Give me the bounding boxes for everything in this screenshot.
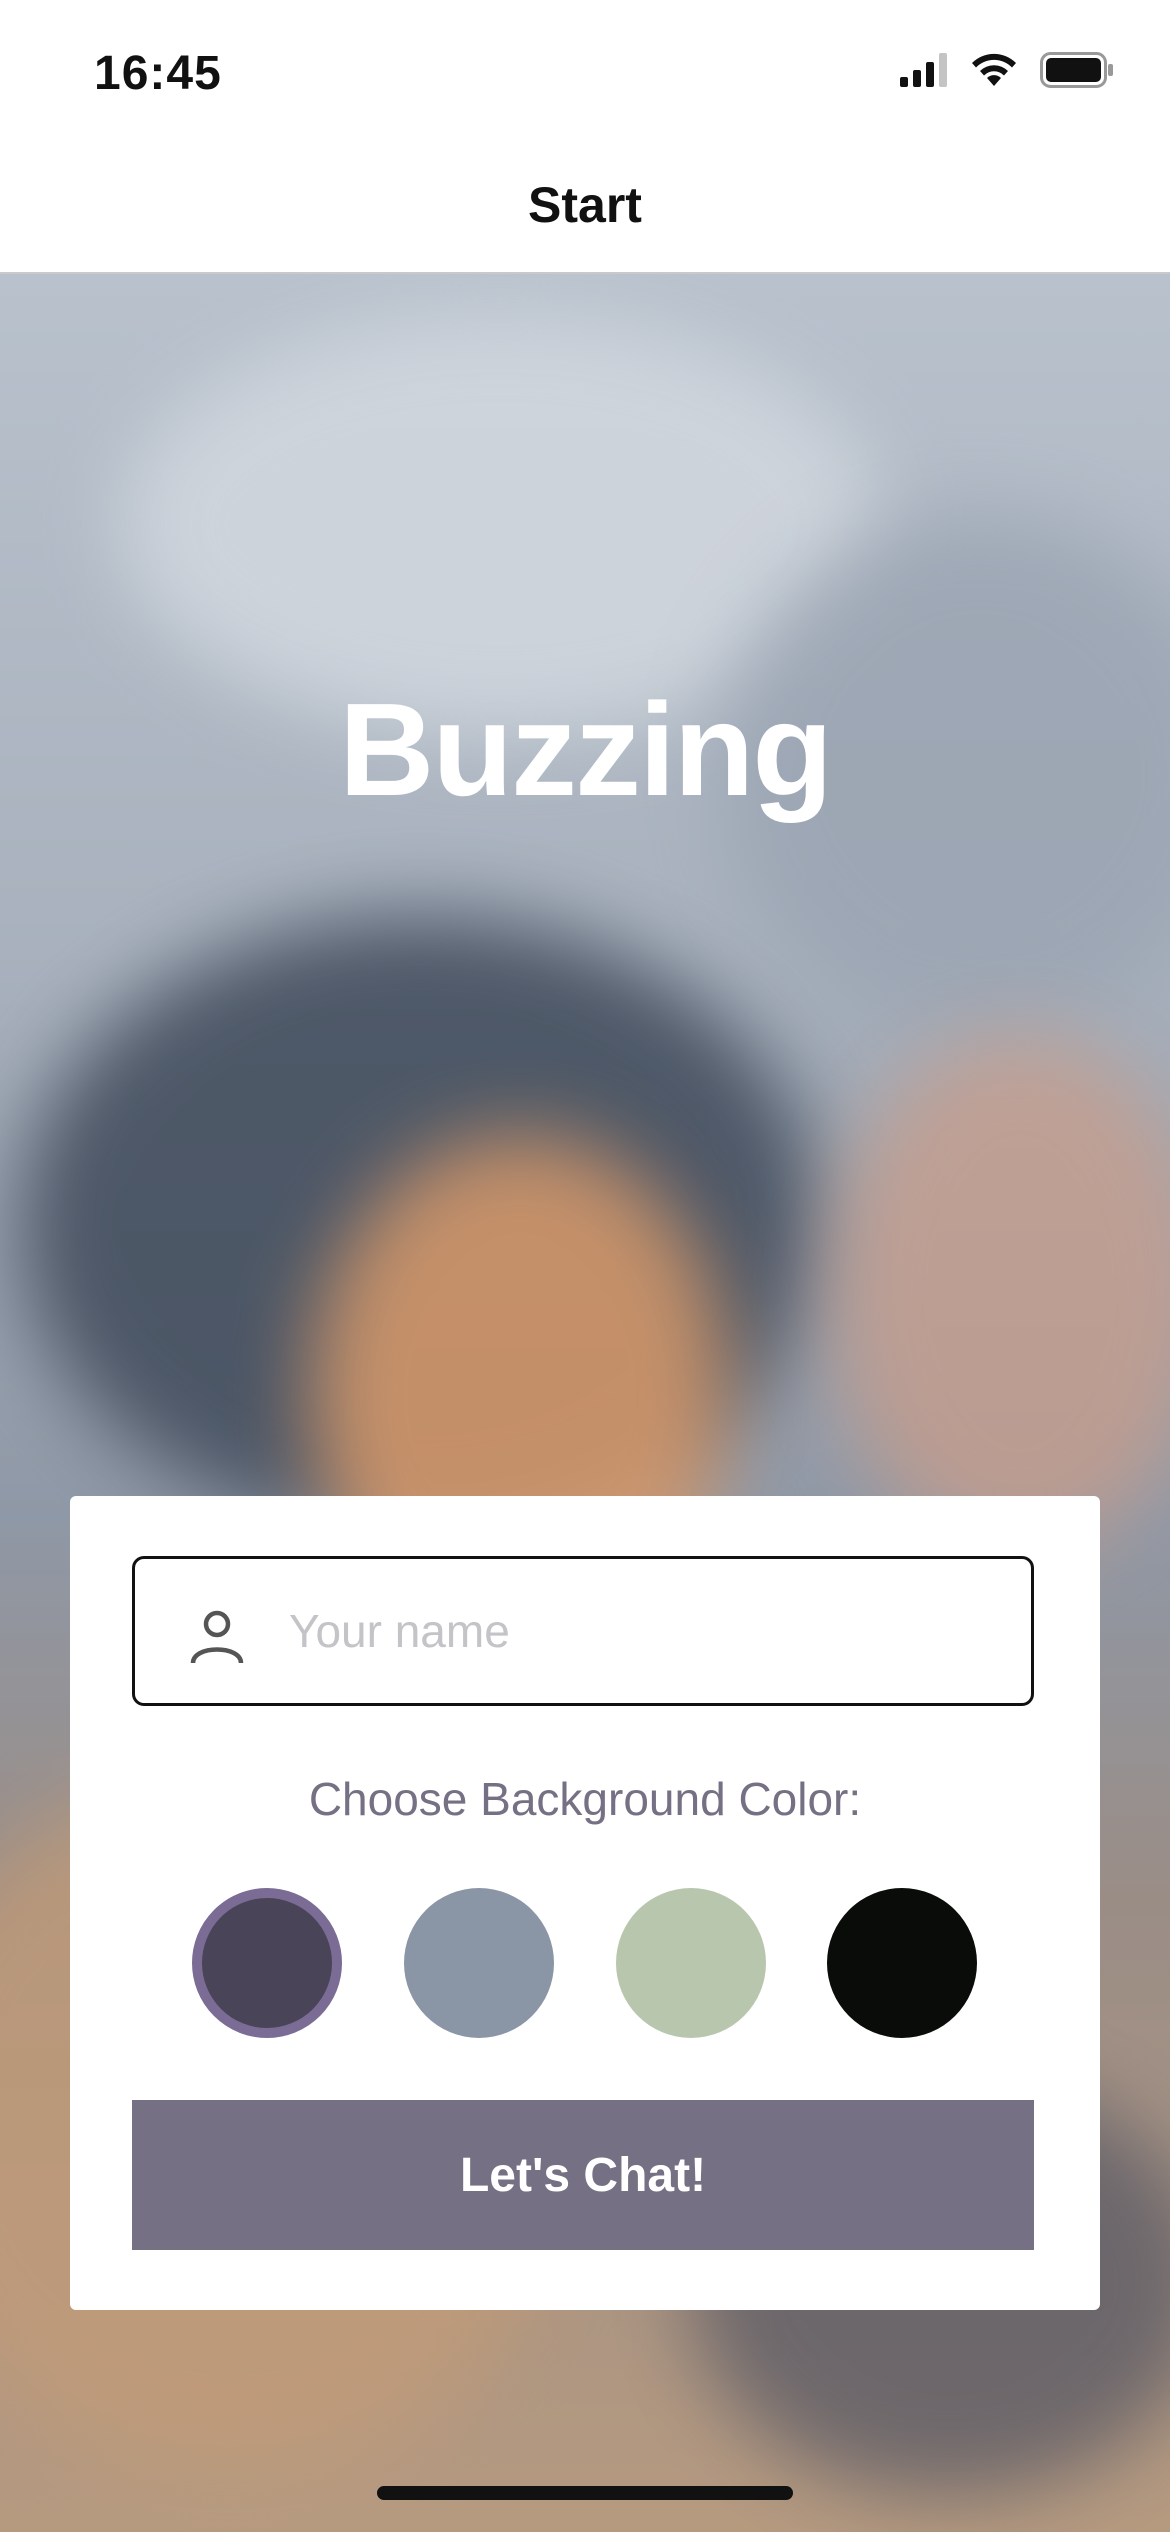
swatch-black[interactable]: [827, 1888, 977, 2038]
app-title: Buzzing: [339, 676, 833, 823]
lets-chat-button[interactable]: Let's Chat!: [132, 2100, 1034, 2250]
name-input[interactable]: [289, 1559, 1009, 1703]
color-picker-label: Choose Background Color:: [308, 1773, 862, 1825]
swatch-sage-green[interactable]: [616, 1888, 766, 2038]
color-swatches: [70, 1888, 1100, 2040]
swatch-dark-purple[interactable]: [192, 1888, 342, 2038]
wifi-icon: [972, 53, 1016, 86]
status-icons: [900, 52, 1114, 88]
signal-icon: [900, 53, 947, 87]
home-indicator: [377, 2486, 793, 2500]
photo-face-right: [830, 1034, 1170, 1554]
start-form-card: Choose Background Color: Let's Chat!: [70, 1496, 1100, 2310]
navigation-bar: Start: [0, 140, 1170, 274]
status-bar: 16:45: [0, 0, 1170, 140]
page-title: Start: [528, 177, 642, 233]
swatch-slate-blue[interactable]: [404, 1888, 554, 2038]
name-field[interactable]: [132, 1556, 1034, 1706]
status-time: 16:45: [94, 47, 222, 100]
person-icon: [190, 1610, 244, 1664]
battery-icon: [1040, 52, 1113, 88]
